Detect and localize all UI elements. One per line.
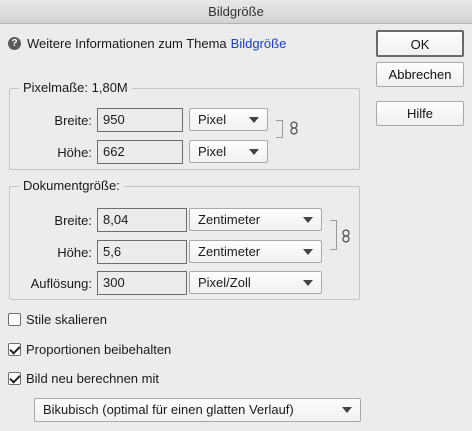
doc-width-unit-value: Zentimeter <box>198 212 261 227</box>
resample-method-value: Bikubisch (optimal für einen glatten Ver… <box>43 402 294 417</box>
scale-styles-option[interactable]: Stile skalieren <box>8 311 107 327</box>
pixel-width-label: Breite: <box>54 113 92 128</box>
pixel-link-bracket <box>276 120 283 138</box>
help-link[interactable]: Bildgröße <box>231 36 287 51</box>
doc-height-unit-value: Zentimeter <box>198 244 261 259</box>
constrain-proportions-option[interactable]: Proportionen beibehalten <box>8 341 171 357</box>
doc-link-bracket <box>330 220 337 250</box>
chevron-down-icon <box>342 407 352 413</box>
chain-link-icon <box>342 229 350 243</box>
resample-label: Bild neu berechnen mit <box>26 370 159 386</box>
chevron-down-icon <box>303 249 313 255</box>
doc-height-label: Höhe: <box>57 245 92 260</box>
constrain-proportions-checkbox[interactable] <box>8 342 21 356</box>
pixel-dimensions-legend: Pixelmaße: 1,80M <box>19 80 132 95</box>
resample-option[interactable]: Bild neu berechnen mit <box>8 370 159 386</box>
help-button[interactable]: Hilfe <box>376 101 464 126</box>
resample-checkbox[interactable] <box>8 371 21 385</box>
help-text: Weitere Informationen zum Thema <box>27 35 227 51</box>
doc-width-input[interactable]: 8,04 <box>97 208 187 232</box>
chevron-down-icon <box>249 117 259 123</box>
pixel-height-unit-select[interactable]: Pixel <box>189 140 268 163</box>
doc-width-label: Breite: <box>54 213 92 228</box>
document-size-legend: Dokumentgröße: <box>19 178 124 193</box>
cancel-button[interactable]: Abbrechen <box>376 62 464 87</box>
resolution-unit-select[interactable]: Pixel/Zoll <box>189 271 322 294</box>
doc-height-input[interactable]: 5,6 <box>97 240 187 264</box>
help-row: ? Weitere Informationen zum Thema Bildgr… <box>8 34 286 52</box>
pixel-width-input[interactable]: 950 <box>97 108 183 132</box>
pixel-height-input[interactable]: 662 <box>97 140 183 164</box>
chevron-down-icon <box>249 149 259 155</box>
chain-link-icon <box>290 121 298 135</box>
ok-button[interactable]: OK <box>376 30 464 57</box>
chevron-down-icon <box>303 217 313 223</box>
pixel-width-unit-select[interactable]: Pixel <box>189 108 268 131</box>
resolution-input[interactable]: 300 <box>97 271 187 295</box>
resolution-unit-value: Pixel/Zoll <box>198 275 251 290</box>
resample-method-select[interactable]: Bikubisch (optimal für einen glatten Ver… <box>34 398 361 422</box>
resolution-label: Auflösung: <box>30 276 92 291</box>
pixel-height-label: Höhe: <box>57 145 92 160</box>
constrain-proportions-label: Proportionen beibehalten <box>26 341 172 357</box>
pixel-height-unit-value: Pixel <box>198 144 227 159</box>
scale-styles-label: Stile skalieren <box>26 311 107 327</box>
chevron-down-icon <box>303 280 313 286</box>
pixel-width-unit-value: Pixel <box>198 112 227 127</box>
scale-styles-checkbox[interactable] <box>8 312 21 326</box>
doc-width-unit-select[interactable]: Zentimeter <box>189 208 322 231</box>
window-title: Bildgröße <box>0 0 472 24</box>
doc-height-unit-select[interactable]: Zentimeter <box>189 240 322 263</box>
help-question-icon: ? <box>8 36 21 50</box>
